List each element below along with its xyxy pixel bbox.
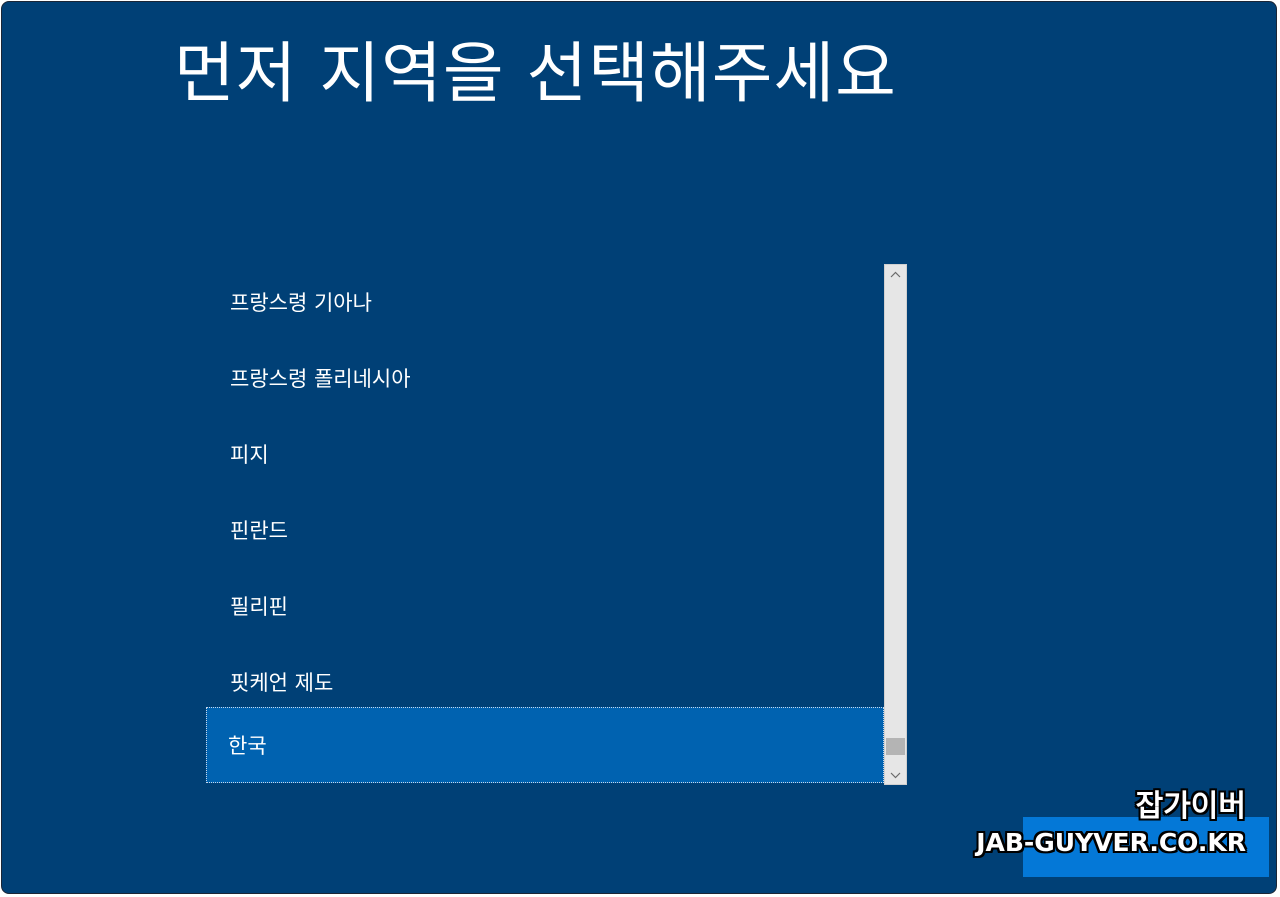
- list-item-label: 프랑스령 기아나: [230, 291, 372, 315]
- scrollbar-thumb[interactable]: [886, 738, 905, 755]
- list-item-region[interactable]: 피지: [206, 416, 884, 492]
- page-title: 먼저 지역을 선택해주세요: [174, 35, 897, 112]
- oobe-window: 먼저 지역을 선택해주세요 프랑스령 기아나 프랑스령 폴리네시아 피지 핀란드…: [1, 1, 1277, 894]
- scroll-down-button[interactable]: [885, 766, 906, 784]
- region-list[interactable]: 프랑스령 기아나 프랑스령 폴리네시아 피지 핀란드 필리핀 핏케언 제도 한국: [206, 264, 908, 785]
- watermark: 잡가이버 JAB-GUYVER.CO.KR: [976, 790, 1246, 857]
- list-item-region[interactable]: 핀란드: [206, 492, 884, 568]
- list-item-region[interactable]: 프랑스령 기아나: [206, 264, 884, 340]
- list-item-region-selected[interactable]: 한국: [206, 707, 884, 783]
- list-item-label: 프랑스령 폴리네시아: [230, 367, 411, 391]
- list-item-label: 필리핀: [230, 595, 288, 619]
- list-item-region[interactable]: 필리핀: [206, 568, 884, 644]
- scroll-up-button[interactable]: [885, 265, 906, 283]
- list-item-label: 피지: [230, 443, 269, 467]
- chevron-up-icon: [890, 271, 901, 277]
- watermark-brand-korean: 잡가이버: [1135, 789, 1246, 824]
- watermark-url: JAB-GUYVER.CO.KR: [976, 828, 1246, 857]
- chevron-down-icon: [890, 772, 901, 778]
- list-item-label: 핏케언 제도: [230, 671, 334, 695]
- list-item-label: 핀란드: [230, 519, 288, 543]
- list-item-region[interactable]: 프랑스령 폴리네시아: [206, 340, 884, 416]
- list-scrollbar[interactable]: [884, 264, 907, 785]
- list-item-label: 한국: [228, 734, 267, 758]
